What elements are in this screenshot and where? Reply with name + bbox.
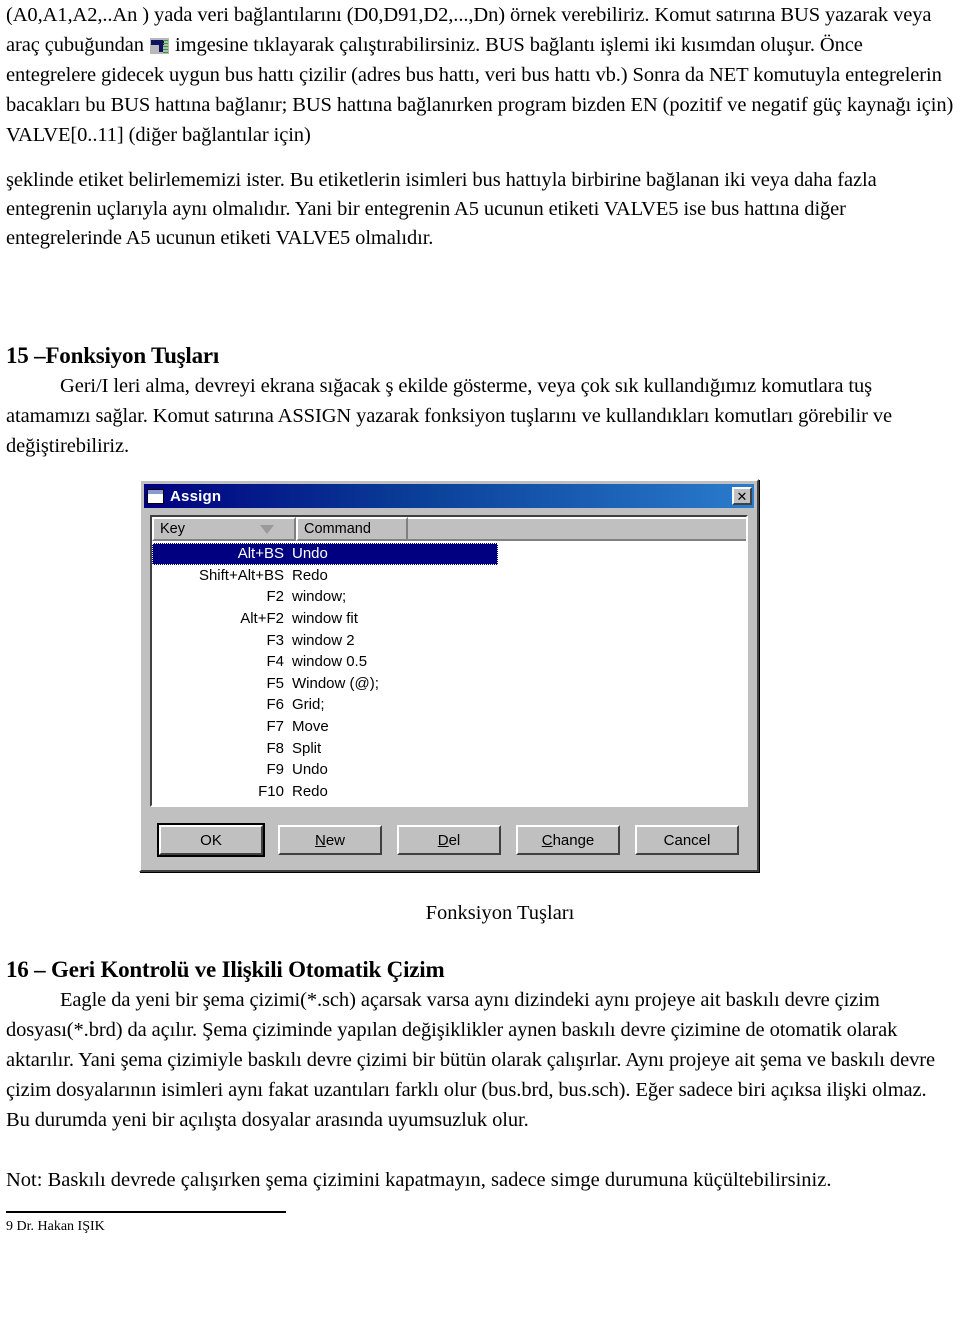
paragraph-section-16-body: Eagle da yeni bir şema çizimi(*.sch) aça… xyxy=(6,989,935,1131)
document-page: (A0,A1,A2,..An ) yada veri bağlantıların… xyxy=(0,0,960,1325)
row-key: F8 xyxy=(266,739,284,757)
row-command: window 2 xyxy=(292,631,355,649)
dialog-button-row: OK New Del Change Cancel xyxy=(150,807,748,861)
ok-button[interactable]: OK xyxy=(157,823,265,857)
del-button-label: Del xyxy=(438,832,461,849)
row-key: F3 xyxy=(266,631,284,649)
footer-author: 9 Dr. Hakan IŞIK xyxy=(6,1219,105,1234)
ok-button-label: OK xyxy=(200,831,222,849)
assign-dialog: Assign ✕ Key Command Alt+BS Undo Shift+A… xyxy=(139,479,759,872)
row-key: F7 xyxy=(266,718,284,736)
table-row[interactable]: F7 Move xyxy=(152,716,746,738)
table-row[interactable]: Alt+F2 window fit xyxy=(152,608,746,630)
dialog-title: Assign xyxy=(170,487,222,505)
del-button-rest: el xyxy=(448,831,461,849)
table-row[interactable]: F5 Window (@); xyxy=(152,673,746,695)
heading-section-15: 15 –Fonksiyon Tuşları xyxy=(6,343,220,368)
close-icon[interactable]: ✕ xyxy=(732,487,752,505)
row-command: Undo xyxy=(292,545,328,563)
del-button-accel: D xyxy=(437,831,449,849)
row-key: F2 xyxy=(266,588,284,606)
row-command: window fit xyxy=(292,610,358,628)
heading-section-16: 16 – Geri Kontrolü ve Ilişkili Otomatik … xyxy=(6,957,445,982)
footer-divider xyxy=(6,1211,286,1213)
figure-caption: Fonksiyon Tuşları xyxy=(425,902,575,924)
cancel-button-label: Cancel xyxy=(663,831,711,849)
table-row[interactable]: Shift+Alt+BS Redo xyxy=(152,565,746,587)
dialog-body: Key Command Alt+BS Undo Shift+Alt+BS Red… xyxy=(144,508,754,867)
new-button[interactable]: New xyxy=(278,825,382,855)
row-key: F6 xyxy=(266,696,284,714)
cancel-button[interactable]: Cancel xyxy=(635,825,739,855)
table-row[interactable]: F4 window 0.5 xyxy=(152,651,746,673)
new-button-accel: N xyxy=(314,831,326,849)
row-command: Redo xyxy=(292,782,328,800)
dialog-titlebar[interactable]: Assign ✕ xyxy=(144,484,754,508)
table-row[interactable]: F6 Grid; xyxy=(152,694,746,716)
row-command: Move xyxy=(292,718,329,736)
row-key: Shift+Alt+BS xyxy=(198,566,284,584)
sort-descending-icon xyxy=(260,524,274,534)
row-command: window; xyxy=(292,588,347,606)
row-key: F4 xyxy=(266,653,284,671)
row-key: F10 xyxy=(258,782,284,800)
paragraph-section-15-body: Geri/I leri alma, devreyi ekrana sığacak… xyxy=(6,375,892,457)
table-row[interactable]: F10 Redo xyxy=(152,781,746,803)
table-row[interactable]: Alt+BS Undo xyxy=(152,543,498,565)
table-row[interactable]: F8 Split xyxy=(152,737,746,759)
column-header-command-label: Command xyxy=(304,521,371,537)
paragraph-labels: şeklinde etiket belirlememizi ister. Bu … xyxy=(6,169,877,249)
table-row[interactable]: F9 Undo xyxy=(152,759,746,781)
assignments-list[interactable]: Key Command Alt+BS Undo Shift+Alt+BS Red… xyxy=(150,515,748,807)
change-button-label: Change xyxy=(542,832,595,849)
note-text: Not: Baskılı devrede çalışırken şema çiz… xyxy=(6,1169,832,1191)
change-button-accel: C xyxy=(541,831,553,849)
row-command: Split xyxy=(292,739,322,757)
paragraph-intro: (A0,A1,A2,..An ) yada veri bağlantıların… xyxy=(6,0,954,150)
row-key: F5 xyxy=(266,674,284,692)
table-row[interactable]: F3 window 2 xyxy=(152,629,746,651)
row-command: Redo xyxy=(292,566,328,584)
row-command: window 0.5 xyxy=(292,653,368,671)
column-header-command[interactable]: Command xyxy=(296,517,408,541)
column-header-filler xyxy=(408,517,746,541)
row-command: Undo xyxy=(292,761,328,779)
bus-tool-icon xyxy=(149,38,169,54)
row-key: Alt+BS xyxy=(237,545,284,563)
window-icon xyxy=(147,488,164,504)
new-button-rest: ew xyxy=(325,831,346,849)
column-header-key[interactable]: Key xyxy=(152,517,296,541)
column-header-key-label: Key xyxy=(160,521,185,537)
change-button-rest: hange xyxy=(552,831,595,849)
row-command: Grid; xyxy=(292,696,325,714)
new-button-label: New xyxy=(315,832,345,849)
row-command: Window (@); xyxy=(292,674,379,692)
change-button[interactable]: Change xyxy=(516,825,620,855)
list-column-headers: Key Command xyxy=(152,517,746,541)
list-rows: Alt+BS Undo Shift+Alt+BS Redo F2 window; xyxy=(152,541,746,803)
row-key: Alt+F2 xyxy=(240,610,284,628)
row-key: F9 xyxy=(266,761,284,779)
del-button[interactable]: Del xyxy=(397,825,501,855)
figure-assign-dialog: Assign ✕ Key Command Alt+BS Undo Shift+A… xyxy=(6,479,954,872)
table-row[interactable]: F2 window; xyxy=(152,586,746,608)
